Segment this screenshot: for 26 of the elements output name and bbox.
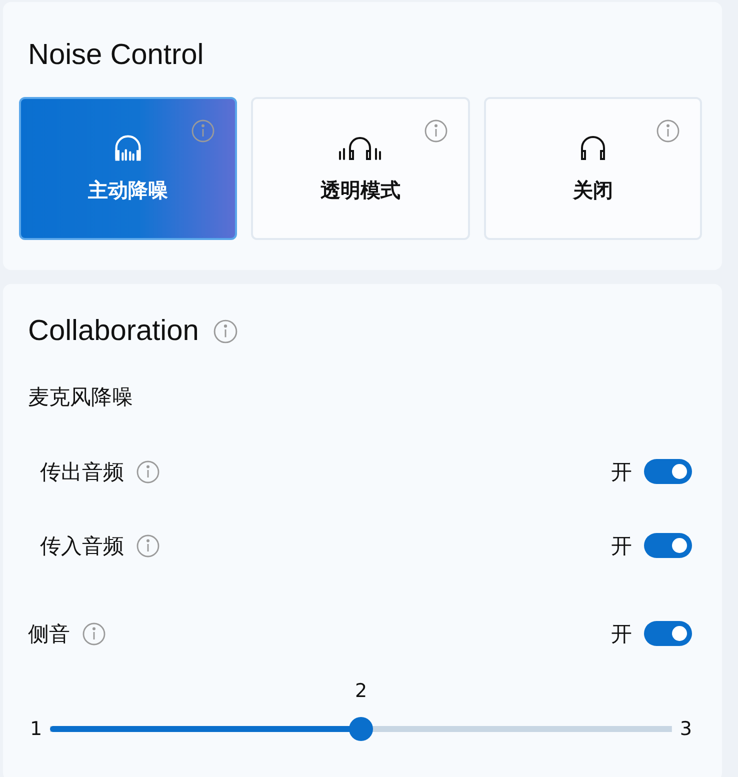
info-icon[interactable] [191,118,216,143]
info-icon[interactable] [424,118,448,143]
section-title: Collaboration [28,314,199,349]
setting-label: 传入音频 [40,532,124,560]
toggle-switch[interactable] [644,621,692,646]
toggle-switch[interactable] [644,533,692,558]
toggle-state: 开 [611,458,632,486]
mode-tile[interactable]: 透明模式 [251,96,470,240]
mode-tile[interactable]: 主动降噪 [19,96,238,240]
info-icon[interactable] [82,622,106,646]
section-title: Noise Control [28,38,204,73]
setting-label: 传出音频 [40,458,124,486]
toggle-state: 开 [611,620,632,648]
info-icon[interactable] [136,534,160,558]
toggle-switch[interactable] [644,459,692,484]
slider-thumb[interactable] [349,716,373,741]
mode-tile[interactable]: 关闭 [484,96,702,240]
slider-max-label: 3 [680,718,692,741]
toggle-state: 开 [611,532,632,560]
subsection-label: 麦克风降噪 [28,384,134,411]
slider-value: 2 [354,680,368,701]
slider-min-label: 1 [30,718,42,741]
info-icon[interactable] [136,460,160,484]
info-icon[interactable] [212,318,238,344]
setting-label: 侧音 [28,620,70,648]
info-icon[interactable] [656,118,680,143]
